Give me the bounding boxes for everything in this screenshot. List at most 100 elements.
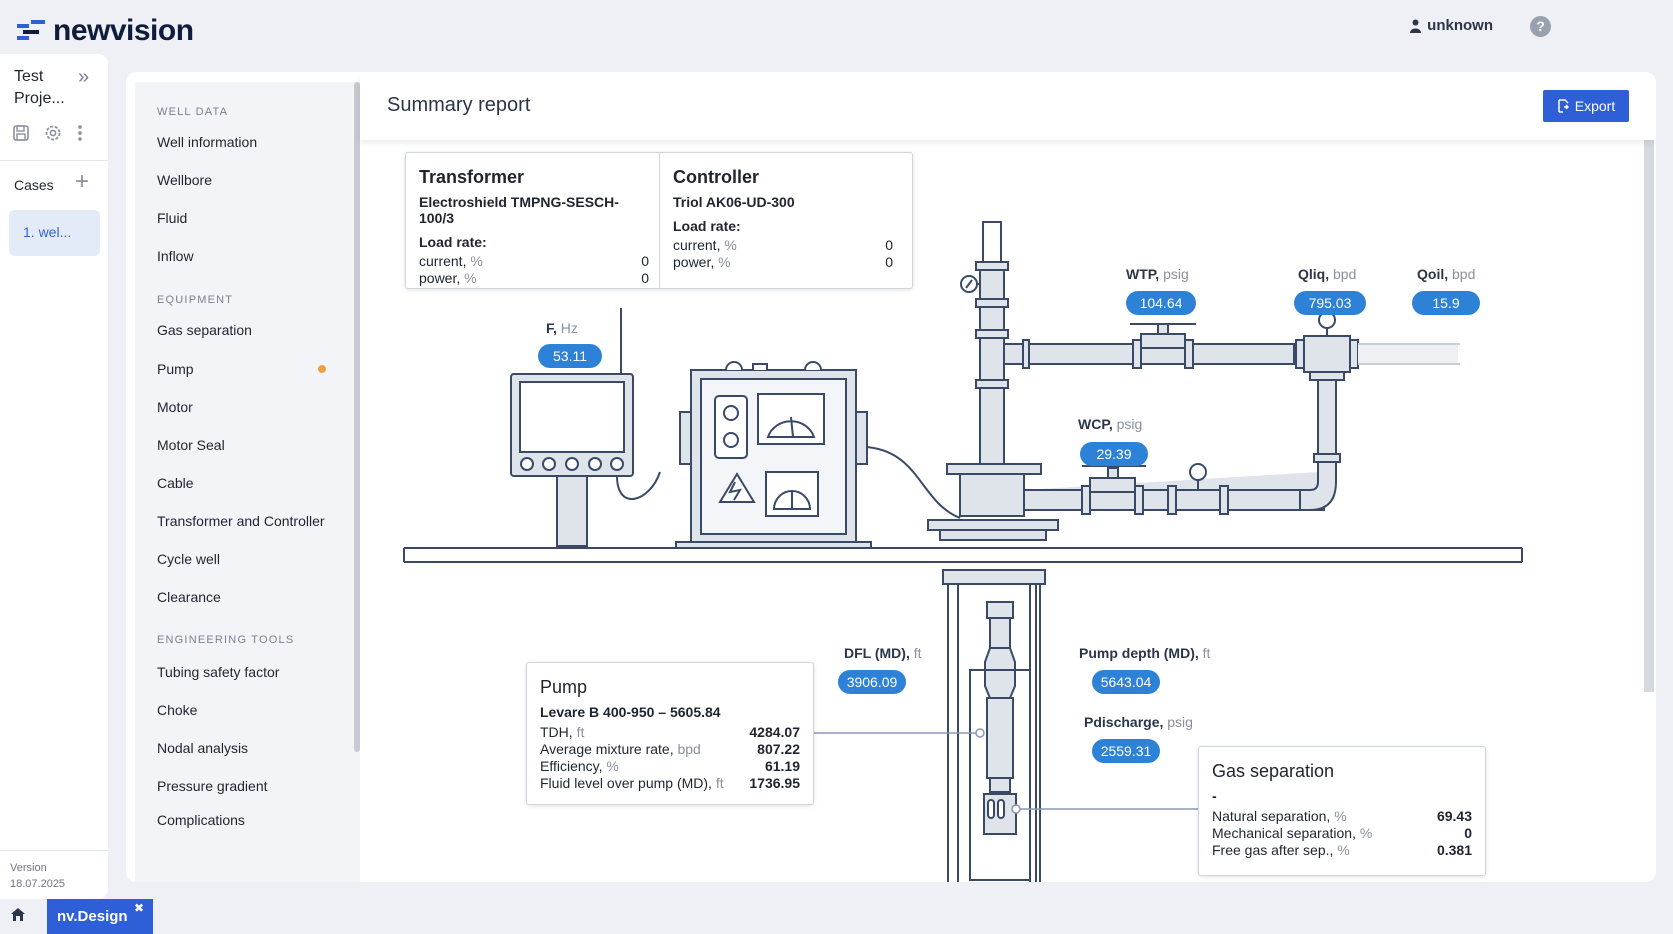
nav-item-clearance[interactable]: Clearance [157, 589, 221, 605]
divider [0, 850, 108, 851]
row-unit: ft [576, 724, 585, 740]
nav-item-gas-separation[interactable]: Gas separation [157, 322, 252, 338]
app-tab-label: nv.Design [57, 908, 128, 925]
nav-item-pump[interactable]: Pump [157, 361, 194, 377]
row-label: current, [419, 253, 467, 269]
user-menu[interactable]: unknown [1410, 17, 1493, 34]
row-unit: % [1359, 825, 1373, 841]
transformer-title: Transformer [419, 167, 525, 187]
nav-item-complications[interactable]: Complications [157, 812, 245, 828]
flowline-upper [1003, 311, 1460, 463]
pump-card-title: Pump [540, 677, 588, 697]
freq-value: 53.11 [538, 344, 602, 368]
nav-item-transformer-controller[interactable]: Transformer and Controller [157, 513, 325, 529]
reading-name: WCP, [1078, 416, 1113, 432]
chevron-double-right-icon[interactable]: » [78, 66, 89, 89]
transformer-controller-card: Transformer Electroshield TMPNG-SESCH-10… [405, 152, 913, 289]
nav-item-cable[interactable]: Cable [157, 475, 194, 491]
row-value: 61.19 [764, 758, 800, 774]
row-label: TDH, [540, 724, 573, 740]
dfl-label: DFL (MD), ft [844, 645, 922, 661]
nav-item-inflow[interactable]: Inflow [157, 248, 194, 264]
qoil-label: Qoil, bpd [1417, 266, 1475, 282]
transformer-model: Electroshield TMPNG-SESCH-100/3 [419, 194, 619, 226]
row-unit: % [470, 253, 483, 269]
reading-name: F, [546, 320, 557, 336]
pump-row: Efficiency, % 61.19 [540, 758, 800, 775]
nav-item-tubing-safety-factor[interactable]: Tubing safety factor [157, 664, 279, 680]
nav-section-title: EQUIPMENT [157, 294, 234, 306]
user-name: unknown [1427, 17, 1493, 34]
case-item[interactable]: 1. wel... [9, 210, 100, 256]
row-value: 0 [885, 254, 893, 270]
row-value: 0 [641, 270, 649, 286]
reading-name: WTP, [1126, 266, 1160, 282]
reading-name: Pdischarge, [1084, 714, 1164, 730]
current-row: current, % 0 [419, 253, 649, 270]
cases-label: Cases [14, 177, 54, 193]
row-value: 4284.07 [749, 724, 800, 740]
nav-item-wellbore[interactable]: Wellbore [157, 172, 212, 188]
add-case-icon[interactable]: + [75, 168, 89, 196]
nav-section-title: WELL DATA [157, 106, 229, 118]
logo[interactable]: newvision [17, 14, 194, 48]
power-row: power, % 0 [419, 270, 649, 287]
row-label: Efficiency, [540, 758, 603, 774]
main-card: WELL DATA Well information Wellbore Flui… [126, 72, 1656, 882]
taskbar: nv.Design ✖ [0, 899, 1673, 934]
nav-item-well-information[interactable]: Well information [157, 134, 257, 150]
top-bar: newvision unknown ? [0, 0, 1673, 54]
more-vertical-icon[interactable] [76, 124, 84, 147]
pdischarge-value: 2559.31 [1092, 739, 1160, 763]
question-circle-icon[interactable]: ? [1530, 16, 1551, 37]
wcp-label: WCP, psig [1078, 416, 1142, 432]
export-button[interactable]: Export [1543, 90, 1629, 122]
nav-item-fluid[interactable]: Fluid [157, 210, 187, 226]
gas-model: - [1212, 788, 1217, 804]
pump-row: Fluid level over pump (MD), ft 1736.95 [540, 775, 800, 792]
nav-item-motor-seal[interactable]: Motor Seal [157, 437, 225, 453]
controller-title: Controller [673, 167, 760, 187]
project-panel: Test Proje... » Cases + 1. wel... Versio… [0, 54, 108, 899]
row-value: 807.22 [757, 741, 800, 757]
reading-unit: psig [1116, 416, 1143, 432]
row-unit: % [464, 270, 477, 286]
pump-row: Average mixture rate, bpd 807.22 [540, 741, 800, 758]
gas-card-title: Gas separation [1212, 761, 1335, 781]
gas-row: Mechanical separation, % 0 [1212, 825, 1472, 842]
qliq-label: Qliq, bpd [1298, 266, 1356, 282]
row-label: Free gas after sep., [1212, 842, 1334, 858]
save-icon[interactable] [12, 124, 30, 147]
wcp-value: 29.39 [1080, 442, 1148, 466]
nav-item-cycle-well[interactable]: Cycle well [157, 551, 220, 567]
wtp-label: WTP, psig [1126, 266, 1189, 282]
version-label: Version [10, 862, 47, 874]
divider [0, 160, 108, 161]
nav-item-motor[interactable]: Motor [157, 399, 193, 415]
reading-name: Qoil, [1417, 266, 1449, 282]
reading-name: DFL (MD), [844, 645, 910, 661]
gas-separation-card: Gas separation - Natural separation, % 69… [1198, 746, 1486, 876]
gas-row: Natural separation, % 69.43 [1212, 808, 1472, 825]
pump-row: TDH, ft 4284.07 [540, 724, 800, 741]
row-label: Mechanical separation, [1212, 825, 1356, 841]
nav-item-nodal-analysis[interactable]: Nodal analysis [157, 740, 248, 756]
nav-item-choke[interactable]: Choke [157, 702, 197, 718]
pump-model: Levare B 400-950 – 5605.84 [540, 704, 721, 720]
content-scrollbar[interactable] [1644, 140, 1654, 692]
user-icon [1410, 19, 1422, 33]
reading-name: Qliq, [1298, 266, 1330, 282]
gear-icon[interactable] [44, 124, 62, 147]
row-unit: % [1337, 842, 1350, 858]
nav-section-title: ENGINEERING TOOLS [157, 634, 295, 646]
version-date: 18.07.2025 [10, 878, 66, 890]
load-rate-label: Load rate: [419, 234, 487, 250]
flowline-lower [1023, 461, 1337, 515]
nav-item-pressure-gradient[interactable]: Pressure gradient [157, 778, 268, 794]
wellhead [927, 221, 1059, 882]
page-title: Summary report [387, 94, 531, 116]
gas-row: Free gas after sep., % 0.381 [1212, 842, 1472, 859]
row-unit: % [718, 254, 731, 270]
close-icon[interactable]: ✖ [134, 901, 144, 915]
home-icon[interactable] [10, 907, 26, 927]
